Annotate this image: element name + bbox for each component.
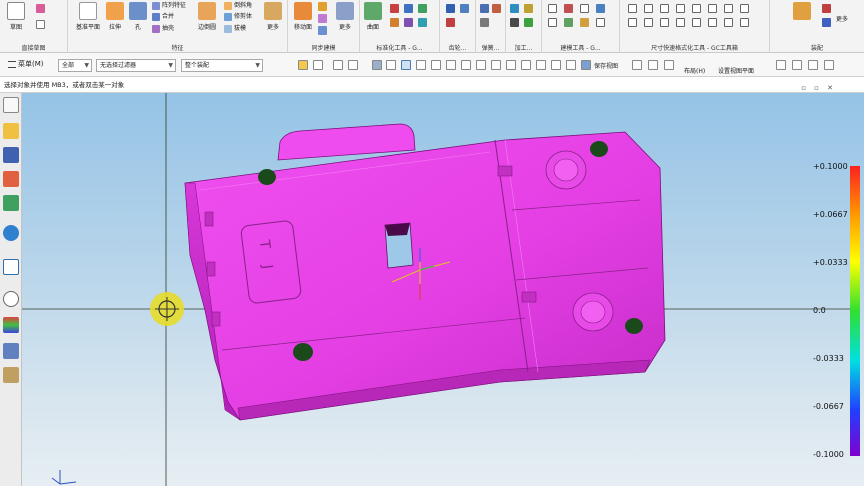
legend-value: -0.0667 — [813, 402, 844, 411]
view-triad-icon — [51, 470, 77, 485]
legend-value: +0.1000 — [813, 162, 848, 171]
legend-value: +0.0333 — [813, 258, 848, 267]
cursor-target-icon[interactable] — [150, 292, 184, 326]
deviation-color-bar — [850, 166, 860, 456]
legend-value: -0.1000 — [813, 450, 844, 459]
magenta-part[interactable] — [184, 123, 666, 421]
model-canvas — [22, 93, 850, 486]
legend-value: 0.0 — [813, 306, 826, 315]
legend-value: +0.0667 — [813, 210, 848, 219]
legend-value: -0.0333 — [813, 354, 844, 363]
